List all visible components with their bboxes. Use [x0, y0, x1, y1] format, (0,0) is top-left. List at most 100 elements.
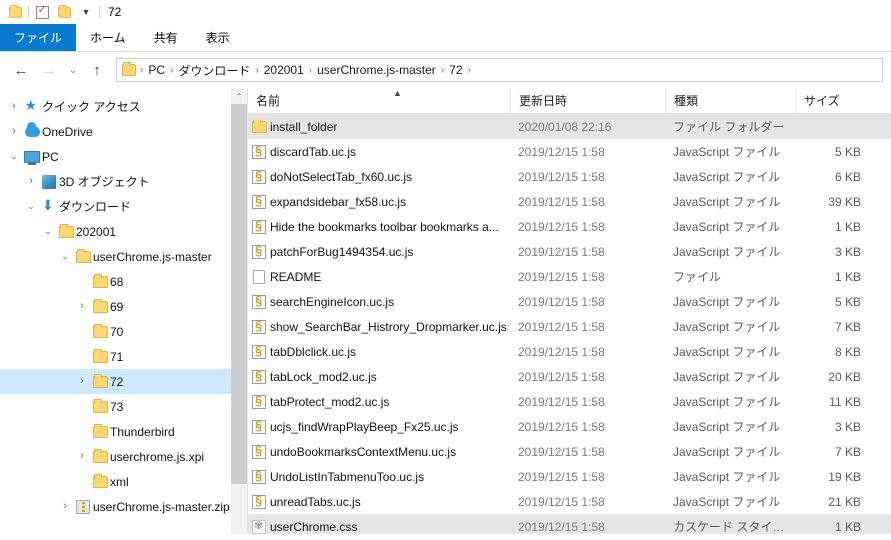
tab-share[interactable]: 共有 — [140, 24, 192, 51]
file-type: JavaScript ファイル — [673, 495, 781, 509]
chevron-down-icon[interactable]: ⌄ — [57, 252, 73, 261]
folder-icon — [90, 473, 110, 488]
column-header-name[interactable]: 名前 — [248, 88, 510, 114]
file-size: 19 KB — [828, 469, 861, 484]
folder-icon[interactable] — [6, 3, 24, 21]
nav-item-userchrome-js-master[interactable]: ⌄ userChrome.js-master — [0, 244, 247, 269]
tab-home[interactable]: ホーム — [76, 24, 140, 51]
table-row[interactable]: show_SearchBar_Histrory_Dropmarker.uc.js… — [248, 314, 891, 339]
js-icon — [248, 344, 270, 359]
file-date: 2019/12/15 1:58 — [518, 269, 605, 284]
file-date: 2019/12/15 1:58 — [518, 219, 605, 234]
breadcrumb-separator-5[interactable]: › — [466, 65, 473, 76]
table-row[interactable]: UndoListInTabmenuToo.uc.js 2019/12/15 1:5… — [248, 464, 891, 489]
js-icon — [248, 469, 270, 484]
table-row[interactable]: README 2019/12/15 1:58 ファイル 1 KB — [248, 264, 891, 289]
breadcrumb-separator-1[interactable]: › — [168, 65, 175, 76]
table-row[interactable]: searchEngineIcon.uc.js 2019/12/15 1:58 Jav… — [248, 289, 891, 314]
table-row[interactable]: tabDblclick.uc.js 2019/12/15 1:58 JavaScri… — [248, 339, 891, 364]
up-button[interactable]: ↑ — [84, 57, 110, 83]
table-row[interactable]: userChrome.css 2019/12/15 1:58 カスケード スタイル … — [248, 514, 891, 534]
address-bar: ← → ⌄ ↑ › PC › ダウンロード › 202001 › userChr… — [0, 52, 891, 88]
table-row[interactable]: ucjs_findWrapPlayBeep_Fx25.uc.js 2019/12/… — [248, 414, 891, 439]
nav-item-3d[interactable]: › 3D オブジェクト — [0, 169, 247, 194]
chevron-down-icon[interactable]: ⌄ — [6, 152, 22, 161]
breadcrumb-separator-2[interactable]: › — [253, 65, 260, 76]
breadcrumb-item-downloads[interactable]: ダウンロード — [175, 62, 253, 79]
chevron-down-icon[interactable]: ▼ — [77, 3, 95, 21]
nav-scrollbar-thumb[interactable] — [231, 104, 247, 484]
nav-item-70[interactable]: 70 — [0, 319, 247, 344]
tab-view[interactable]: 表示 — [192, 24, 244, 51]
table-row[interactable]: undoBookmarksContextMenu.uc.js 2019/12/15… — [248, 439, 891, 464]
nav-item-71[interactable]: 71 — [0, 344, 247, 369]
new-folder-icon[interactable] — [55, 3, 73, 21]
back-button[interactable]: ← — [8, 57, 34, 83]
breadcrumb[interactable]: › PC › ダウンロード › 202001 › userChrome.js-m… — [116, 58, 883, 82]
table-row[interactable]: install_folder 2020/01/08 22:16 ファイル フォルダー — [248, 114, 891, 139]
folder-icon — [90, 423, 110, 438]
chevron-right-icon[interactable]: › — [6, 126, 22, 137]
chevron-down-icon[interactable]: ⌄ — [40, 227, 56, 236]
breadcrumb-item-userchrome[interactable]: userChrome.js-master — [314, 63, 439, 77]
nav-item-[interactable]: › クイック アクセス — [0, 94, 247, 119]
nav-item-72[interactable]: › 72 — [0, 369, 247, 394]
scroll-up-icon[interactable]: ⌃ — [231, 88, 247, 104]
nav-item-73[interactable]: 73 — [0, 394, 247, 419]
forward-button[interactable]: → — [36, 57, 62, 83]
file-date: 2019/12/15 1:58 — [518, 419, 605, 434]
file-list-pane: 名前 更新日時 種類 サイズ ▲ install_folder 2020/01/0… — [248, 88, 891, 534]
table-row[interactable]: tabLock_mod2.uc.js 2019/12/15 1:58 JavaScr… — [248, 364, 891, 389]
chevron-right-icon[interactable]: › — [57, 501, 73, 512]
nav-item-xml[interactable]: xml — [0, 469, 247, 494]
file-type: JavaScript ファイル — [673, 395, 781, 409]
column-header-date[interactable]: 更新日時 — [510, 88, 665, 114]
recent-locations-button[interactable]: ⌄ — [64, 57, 82, 83]
breadcrumb-item-72[interactable]: 72 — [446, 63, 465, 77]
nav-item-label: PC — [42, 149, 59, 164]
nav-item-userchrome-js-xpi[interactable]: › userchrome.js.xpi — [0, 444, 247, 469]
chevron-right-icon[interactable]: › — [74, 451, 90, 462]
table-row[interactable]: tabProtect_mod2.uc.js 2019/12/15 1:58 Java… — [248, 389, 891, 414]
folder-icon — [73, 248, 93, 263]
file-name-cell: README — [248, 269, 510, 284]
column-header-size[interactable]: サイズ — [795, 88, 875, 114]
nav-item-thunderbird[interactable]: Thunderbird — [0, 419, 247, 444]
tab-file[interactable]: ファイル — [0, 24, 77, 51]
file-date: 2019/12/15 1:58 — [518, 169, 605, 184]
nav-item-pc[interactable]: ⌄ PC — [0, 144, 247, 169]
table-row[interactable]: Hide the bookmarks toolbar bookmarks a..… — [248, 214, 891, 239]
breadcrumb-separator-4[interactable]: › — [439, 65, 446, 76]
nav-item-onedrive[interactable]: › OneDrive — [0, 119, 247, 144]
nav-item-[interactable]: ⌄ ダウンロード — [0, 194, 247, 219]
table-row[interactable]: doNotSelectTab_fx60.uc.js 2019/12/15 1:58… — [248, 164, 891, 189]
table-row[interactable]: expandsidebar_fx58.uc.js 2019/12/15 1:58 J… — [248, 189, 891, 214]
properties-icon[interactable] — [33, 3, 51, 21]
toolbar-separator — [28, 6, 29, 18]
file-rows: install_folder 2020/01/08 22:16 ファイル フォルダー… — [248, 114, 891, 534]
breadcrumb-item-202001[interactable]: 202001 — [261, 63, 307, 77]
chevron-down-icon[interactable]: ⌄ — [23, 202, 39, 211]
nav-item-202001[interactable]: ⌄ 202001 — [0, 219, 247, 244]
table-row[interactable]: discardTab.uc.js 2019/12/15 1:58 JavaScrip… — [248, 139, 891, 164]
column-header-type[interactable]: 種類 — [665, 88, 795, 114]
table-row[interactable]: unreadTabs.uc.js 2019/12/15 1:58 JavaScrip… — [248, 489, 891, 514]
chevron-right-icon[interactable]: › — [6, 101, 22, 112]
chevron-right-icon[interactable]: › — [74, 376, 90, 387]
nav-item-69[interactable]: › 69 — [0, 294, 247, 319]
nav-item-68[interactable]: 68 — [0, 269, 247, 294]
nav-item-userchrome-js-master-zip[interactable]: › userChrome.js-master.zip — [0, 494, 247, 519]
nav-scrollbar[interactable]: ⌃ — [231, 88, 247, 534]
nav-item-label: OneDrive — [42, 124, 93, 139]
breadcrumb-item-pc[interactable]: PC — [145, 63, 168, 77]
main-content: ›クイック アクセス›OneDrive⌄PC›3D オブジェクト⌄ダウンロード⌄… — [0, 88, 891, 534]
css-icon — [248, 519, 270, 534]
table-row[interactable]: patchForBug1494354.uc.js 2019/12/15 1:58 J… — [248, 239, 891, 264]
folder-icon — [90, 348, 110, 363]
file-name: ucjs_findWrapPlayBeep_Fx25.uc.js — [270, 419, 459, 434]
file-name-cell: UndoListInTabmenuToo.uc.js — [248, 469, 510, 484]
breadcrumb-separator-3[interactable]: › — [307, 65, 314, 76]
chevron-right-icon[interactable]: › — [74, 301, 90, 312]
file-name: searchEngineIcon.uc.js — [270, 294, 395, 309]
chevron-right-icon[interactable]: › — [23, 176, 39, 187]
